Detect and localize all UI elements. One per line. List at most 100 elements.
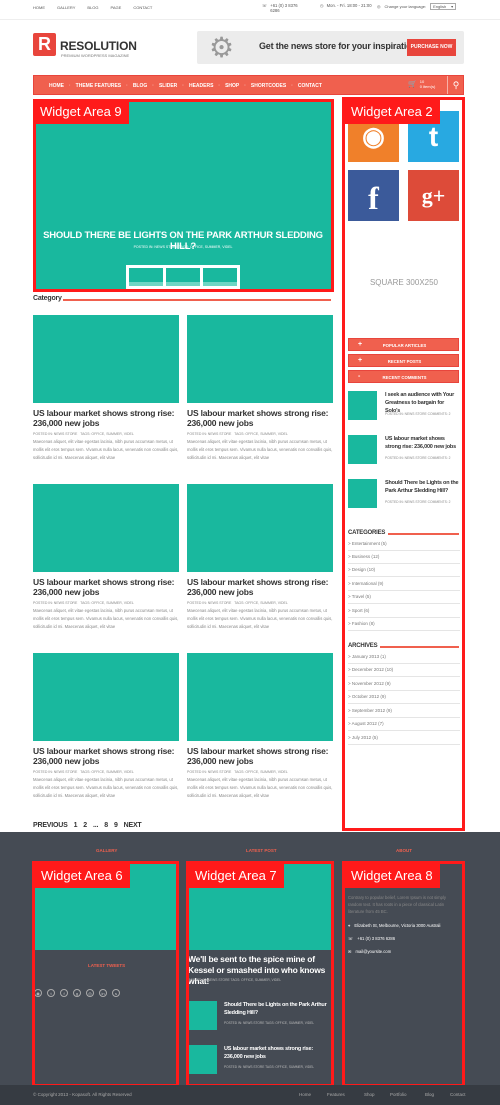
- menu-item-home[interactable]: HOME: [44, 83, 69, 89]
- purchase-now-button[interactable]: PURCHASE NOW: [407, 39, 456, 56]
- post-card[interactable]: US labour market shows strong rise: 236,…: [33, 653, 179, 799]
- widget-area-8-label: Widget Area 8: [344, 863, 440, 888]
- pagination-page-8[interactable]: 8: [104, 822, 108, 829]
- post-card[interactable]: US labour market shows strong rise: 236,…: [187, 484, 333, 630]
- post-excerpt: Maecenas aliquet, elit vitae egestas lac…: [187, 439, 333, 460]
- top-nav-home[interactable]: HOME: [33, 5, 45, 10]
- footer-heading-gallery: GALLERY: [96, 848, 118, 853]
- post-meta-category: POSTED IN: NEWS STORE: [33, 770, 78, 774]
- menu-item-shop[interactable]: SHOP: [220, 83, 244, 89]
- post-meta: POSTED IN: NEWS STORE TAGS: OFFICE, SUMM…: [187, 432, 333, 436]
- pagination-page-1[interactable]: 1: [74, 822, 78, 829]
- top-nav-gallery[interactable]: GALLERY: [57, 5, 75, 10]
- post-thumbnail[interactable]: [187, 315, 333, 403]
- language-switcher: ◎ Change your language: English ▾: [377, 3, 457, 10]
- top-hours: Mon. - Fri. 18:00 - 21:00: [326, 3, 372, 8]
- brand-name[interactable]: RESOLUTION: [60, 39, 137, 53]
- category-heading: Category: [33, 295, 331, 302]
- post-thumbnail[interactable]: [33, 653, 179, 741]
- footer-link-shop[interactable]: Shop: [364, 1092, 375, 1097]
- post-card[interactable]: US labour market shows strong rise: 236,…: [187, 653, 333, 799]
- post-title[interactable]: US labour market shows strong rise: 236,…: [33, 577, 179, 597]
- post-excerpt: Maecenas aliquet, elit vitae egestas lac…: [33, 608, 179, 629]
- footer-link-portfolio[interactable]: Portfolio: [390, 1092, 407, 1097]
- post-meta-category: POSTED IN: NEWS STORE: [33, 432, 78, 436]
- clock-icon: ◷: [320, 3, 324, 8]
- post-meta: POSTED IN: NEWS STORE TAGS: OFFICE, SUMM…: [187, 601, 333, 605]
- phone-icon: ☏: [262, 3, 268, 8]
- post-meta-category: POSTED IN: NEWS STORE: [187, 432, 232, 436]
- post-title[interactable]: US labour market shows strong rise: 236,…: [187, 746, 333, 766]
- post-card[interactable]: US labour market shows strong rise: 236,…: [33, 484, 179, 630]
- copyright-text: © Copyright 2013 - Kopasoft. All Rights …: [33, 1092, 132, 1097]
- post-excerpt: Maecenas aliquet, elit vitae egestas lac…: [187, 777, 333, 798]
- widget-area-7-outline: [186, 861, 334, 1087]
- post-thumbnail[interactable]: [187, 653, 333, 741]
- footer-link-blog[interactable]: Blog: [425, 1092, 434, 1097]
- brand-tagline: PREMIUM WORDPRESS MAGAZINE: [61, 53, 130, 58]
- category-heading-text: Category: [33, 295, 62, 302]
- top-nav-contact[interactable]: CONTACT: [133, 5, 152, 10]
- post-title[interactable]: US labour market shows strong rise: 236,…: [33, 746, 179, 766]
- main-menu: HOME · THEME FEATURES · BLOG · SLIDER · HEAD…: [33, 75, 464, 95]
- top-bar: HOME GALLERY BLOG PAGE CONTACT ☏ +61 (0) …: [0, 0, 500, 20]
- post-meta: POSTED IN: NEWS STORE TAGS: OFFICE, SUMM…: [33, 432, 179, 436]
- top-nav: HOME GALLERY BLOG PAGE CONTACT: [33, 5, 152, 10]
- menu-item-theme-features[interactable]: THEME FEATURES: [71, 83, 126, 89]
- menu-item-shortcodes[interactable]: SHORTCODES: [246, 83, 291, 89]
- widget-area-8-outline: [342, 861, 465, 1087]
- post-title[interactable]: US labour market shows strong rise: 236,…: [187, 577, 333, 597]
- pagination-next[interactable]: NEXT: [124, 822, 142, 829]
- menu-item-contact[interactable]: CONTACT: [293, 83, 327, 89]
- top-nav-blog[interactable]: BLOG: [87, 5, 98, 10]
- top-contact-info: ☏ +61 (0) 3 8376 6286 ◷ Mon. - Fri. 18:00 …: [262, 3, 384, 13]
- search-icon[interactable]: ⚲: [447, 76, 464, 94]
- menu-item-headers[interactable]: HEADERS: [184, 83, 218, 89]
- logo-letter: R: [38, 34, 51, 54]
- footer-heading-latest-post: LATEST POST: [246, 848, 277, 853]
- post-thumbnail[interactable]: [33, 484, 179, 572]
- post-meta-tags: TAGS: OFFICE, SUMMER, VIDEL: [80, 432, 134, 436]
- widget-area-7-label: Widget Area 7: [188, 863, 284, 888]
- footer-link-contact[interactable]: Contact: [450, 1092, 466, 1097]
- top-phone: +61 (0) 3 8376 6286: [270, 3, 298, 13]
- post-excerpt: Maecenas aliquet, elit vitae egestas lac…: [33, 439, 179, 460]
- menu-item-slider[interactable]: SLIDER: [154, 83, 182, 89]
- post-excerpt: Maecenas aliquet, elit vitae egestas lac…: [187, 608, 333, 629]
- footer-heading-about: ABOUT: [396, 848, 412, 853]
- post-meta-category: POSTED IN: NEWS STORE: [187, 770, 232, 774]
- post-card[interactable]: US labour market shows strong rise: 236,…: [187, 315, 333, 461]
- language-select[interactable]: English ▾: [430, 3, 457, 10]
- post-meta-tags: TAGS: OFFICE, SUMMER, VIDEL: [234, 432, 288, 436]
- post-meta-tags: TAGS: OFFICE, SUMMER, VIDEL: [234, 601, 288, 605]
- footer-link-features[interactable]: Features: [327, 1092, 345, 1097]
- pagination-page-2[interactable]: 2: [83, 822, 87, 829]
- post-meta-tags: TAGS: OFFICE, SUMMER, VIDEL: [234, 770, 288, 774]
- post-meta-category: POSTED IN: NEWS STORE: [33, 601, 78, 605]
- post-title[interactable]: US labour market shows strong rise: 236,…: [187, 408, 333, 428]
- pagination-page-9[interactable]: 9: [114, 822, 118, 829]
- widget-area-9-outline: [33, 99, 334, 292]
- post-thumbnail[interactable]: [33, 315, 179, 403]
- banner-text: Get the news store for your inspiration!: [259, 41, 420, 51]
- post-title[interactable]: US labour market shows strong rise: 236,…: [33, 408, 179, 428]
- cart-icon: 🛒: [408, 81, 417, 88]
- post-card[interactable]: US labour market shows strong rise: 236,…: [33, 315, 179, 461]
- footer-link-home[interactable]: Home: [299, 1092, 311, 1097]
- top-nav-page[interactable]: PAGE: [111, 5, 122, 10]
- cart-widget[interactable]: 🛒 10 0 item(s): [408, 79, 435, 89]
- post-meta: POSTED IN: NEWS STORE TAGS: OFFICE, SUMM…: [187, 770, 333, 774]
- cart-label: 0 item(s): [419, 84, 436, 89]
- pagination-ellipsis: ...: [92, 822, 99, 829]
- menu-item-blog[interactable]: BLOG: [128, 83, 152, 89]
- widget-area-6-label: Widget Area 6: [34, 863, 130, 888]
- category-heading-rule: [63, 299, 331, 301]
- post-meta: POSTED IN: NEWS STORE TAGS: OFFICE, SUMM…: [33, 770, 179, 774]
- chevron-down-icon: ▾: [451, 4, 454, 9]
- header-banner[interactable]: ⚙ Get the news store for your inspiratio…: [197, 31, 464, 64]
- pagination-previous[interactable]: PREVIOUS: [33, 822, 68, 829]
- post-thumbnail[interactable]: [187, 484, 333, 572]
- logo-mark[interactable]: R: [33, 33, 56, 56]
- widget-area-6-outline: [32, 861, 179, 1087]
- post-meta-tags: TAGS: OFFICE, SUMMER, VIDEL: [80, 770, 134, 774]
